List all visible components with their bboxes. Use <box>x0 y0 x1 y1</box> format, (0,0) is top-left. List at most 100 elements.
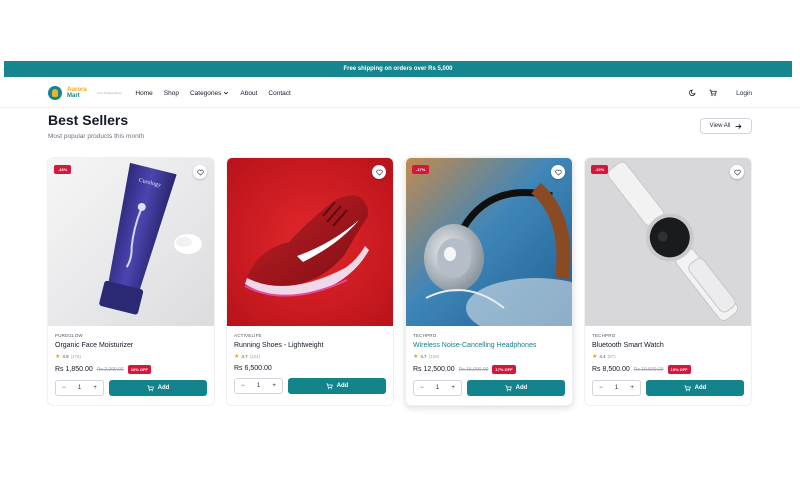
review-count: (176) <box>70 354 82 359</box>
nav-about[interactable]: About <box>240 90 257 97</box>
product-card[interactable]: ACTIVELIFE Running Shoes - Lightweight ★… <box>226 157 394 406</box>
cart-icon[interactable] <box>709 89 717 97</box>
heart-icon <box>196 169 204 176</box>
rating-value: 4.9 <box>62 354 69 359</box>
decrement-button[interactable]: − <box>593 385 609 391</box>
moon-icon[interactable] <box>688 89 696 97</box>
quantity-value: 1 <box>256 383 261 389</box>
product-brand: TECHPRO <box>413 333 437 338</box>
increment-button[interactable]: + <box>445 385 461 391</box>
star-icon: ★ <box>592 354 598 360</box>
view-all-label: View All <box>709 123 731 129</box>
section-subtitle: Most popular products this month <box>48 133 145 140</box>
add-to-cart-button[interactable]: Add <box>288 378 386 394</box>
nav-home[interactable]: Home <box>135 90 152 97</box>
product-name[interactable]: Organic Face Moisturizer <box>55 342 207 349</box>
card-actions: − 1 + Add <box>55 380 207 396</box>
shoes-photo <box>227 158 393 326</box>
nav-shop[interactable]: Shop <box>164 90 179 97</box>
card-actions: − 1 + Add <box>592 380 744 396</box>
product-brand: PUREGLOW <box>55 333 83 338</box>
product-card[interactable]: Curology -16% PUREGLOW Organic Face Mois… <box>47 157 215 406</box>
wishlist-button[interactable] <box>730 165 744 179</box>
decrement-button[interactable]: − <box>56 385 72 391</box>
nav-categories[interactable]: Categories <box>190 90 229 97</box>
discount-badge: -17% <box>412 165 430 174</box>
product-card[interactable]: -19% TECHPRO Bluetooth Smart Watch ★ 4.4… <box>584 157 752 406</box>
quantity-value: 1 <box>614 385 619 391</box>
headphones-photo <box>406 158 572 326</box>
add-label: Add <box>336 383 349 389</box>
product-card[interactable]: -17% TECHPRO Wireless Noise-Cancelling H… <box>405 157 573 406</box>
original-price: Rs 15,000.00 <box>458 366 489 373</box>
price-row: Rs 12,500.00 Rs 15,000.00 17% OFF <box>413 365 565 374</box>
product-rating: ★ 4.4 (87) <box>592 353 744 360</box>
decrement-button[interactable]: − <box>414 385 430 391</box>
wishlist-button[interactable] <box>372 165 386 179</box>
product-image-headphones[interactable]: -17% <box>406 158 572 326</box>
price-row: Rs 6,500.00 <box>234 365 386 372</box>
product-price: Rs 8,500.00 <box>592 366 630 373</box>
product-price: Rs 6,500.00 <box>234 365 272 372</box>
logo-text[interactable]: Aurora Mart <box>67 87 87 99</box>
main-nav: Home Shop Categories About Contact <box>135 90 290 97</box>
heart-icon <box>733 169 741 176</box>
card-actions: − 1 + Add <box>234 378 386 394</box>
logo-icon[interactable] <box>48 86 62 100</box>
heart-icon <box>375 169 383 176</box>
off-badge: 16% OFF <box>127 365 151 374</box>
quantity-stepper: − 1 + <box>592 380 641 396</box>
product-rating: ★ 4.7 (128) <box>413 353 565 360</box>
quantity-stepper: − 1 + <box>413 380 462 396</box>
decrement-button[interactable]: − <box>235 383 251 389</box>
watch-photo <box>585 158 751 326</box>
product-rating: ★ 4.7 (124) <box>234 353 386 360</box>
add-label: Add <box>694 385 707 391</box>
review-count: (124) <box>249 354 261 359</box>
increment-button[interactable]: + <box>87 385 103 391</box>
product-brand: ACTIVELIFE <box>234 333 262 338</box>
moisturizer-photo: Curology <box>48 158 214 326</box>
chevron-down-icon <box>224 91 229 95</box>
quantity-stepper: − 1 + <box>234 378 283 394</box>
product-name[interactable]: Running Shoes - Lightweight <box>234 342 386 349</box>
login-link[interactable]: Login <box>736 90 752 97</box>
product-image-watch[interactable]: -19% <box>585 158 751 326</box>
promo-bar: Free shipping on orders over Rs 5,000 <box>4 61 792 77</box>
add-to-cart-button[interactable]: Add <box>646 380 744 396</box>
rating-value: 4.4 <box>599 354 606 359</box>
product-name[interactable]: Wireless Noise-Cancelling Headphones <box>413 342 565 349</box>
product-price: Rs 12,500.00 <box>413 366 455 373</box>
logo-name-line2: Mart <box>67 93 80 99</box>
header-actions: Login <box>688 89 752 97</box>
add-label: Add <box>515 385 528 391</box>
wishlist-button[interactable] <box>551 165 565 179</box>
price-row: Rs 8,500.00 Rs 10,500.00 19% OFF <box>592 365 744 374</box>
header-divider <box>0 107 800 108</box>
discount-badge: -16% <box>54 165 72 174</box>
view-all-button[interactable]: View All <box>700 118 752 134</box>
product-image-moisturizer[interactable]: Curology -16% <box>48 158 214 326</box>
off-badge: 17% OFF <box>492 365 516 374</box>
nav-contact[interactable]: Contact <box>268 90 290 97</box>
review-count: (128) <box>428 354 440 359</box>
arrow-right-icon <box>736 123 742 129</box>
star-icon: ★ <box>413 354 419 360</box>
heart-icon <box>554 169 562 176</box>
original-price: Rs 10,500.00 <box>633 366 664 373</box>
section-title: Best Sellers <box>48 112 129 128</box>
off-badge: 19% OFF <box>667 365 691 374</box>
add-label: Add <box>157 385 170 391</box>
discount-badge: -19% <box>591 165 609 174</box>
product-name[interactable]: Bluetooth Smart Watch <box>592 342 744 349</box>
increment-button[interactable]: + <box>624 385 640 391</box>
cart-icon <box>326 383 333 389</box>
wishlist-button[interactable] <box>193 165 207 179</box>
add-to-cart-button[interactable]: Add <box>467 380 565 396</box>
product-image-shoes[interactable] <box>227 158 393 326</box>
product-rating: ★ 4.9 (176) <box>55 353 207 360</box>
increment-button[interactable]: + <box>266 383 282 389</box>
rating-value: 4.7 <box>420 354 427 359</box>
add-to-cart-button[interactable]: Add <box>109 380 207 396</box>
quantity-value: 1 <box>77 385 82 391</box>
